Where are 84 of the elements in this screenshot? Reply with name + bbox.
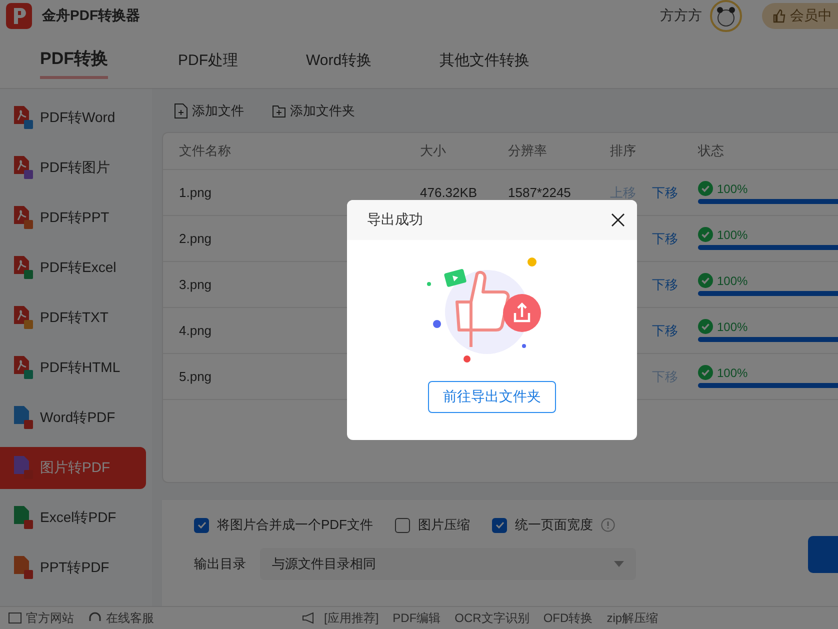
open-folder-button[interactable]: 前往导出文件夹 (428, 381, 556, 413)
dialog-title: 导出成功 (367, 211, 423, 229)
file-convert-icon (12, 256, 34, 280)
file-resolution: 1587*2245 (508, 185, 571, 200)
tool-link[interactable]: PDF编辑 (392, 610, 441, 626)
success-icon (698, 365, 713, 380)
file-name: 2.png (178, 231, 213, 246)
add-file-icon (174, 102, 188, 118)
column-header: 大小 (420, 142, 447, 160)
tool-link[interactable]: OFD转换 (543, 610, 593, 626)
success-icon (698, 319, 713, 334)
avatar-icon[interactable] (710, 0, 742, 32)
file-name: 3.png (178, 277, 213, 292)
sidebar-item[interactable]: PDF转Excel (0, 247, 146, 289)
app-title: 金舟PDF转换器 (42, 7, 140, 25)
info-icon[interactable] (601, 518, 615, 532)
file-convert-icon (12, 456, 34, 480)
file-convert-icon (12, 356, 34, 380)
option-label: 统一页面宽度 (515, 516, 593, 534)
success-icon (698, 181, 713, 196)
tool-link[interactable]: zip解压缩 (606, 610, 658, 626)
vip-center-button[interactable]: 会员中 (762, 3, 838, 29)
sidebar-item[interactable]: PDF转图片 (0, 147, 146, 189)
thumbs-up-icon (772, 9, 786, 23)
column-header: 状态 (698, 142, 725, 160)
checkmark-icon (196, 520, 206, 530)
move-down-link[interactable]: 下移 (652, 276, 678, 294)
category-tab[interactable]: PDF处理 (178, 44, 238, 76)
tool-link[interactable]: OCR文字识别 (454, 610, 530, 626)
file-name: 4.png (178, 323, 213, 338)
move-down-link[interactable]: 下移 (652, 184, 678, 202)
sidebar-item[interactable]: Word转PDF (0, 397, 146, 439)
file-convert-icon (12, 556, 34, 580)
file-name: 1.png (178, 185, 213, 200)
user-name: 方方方 (660, 7, 702, 25)
close-icon[interactable] (611, 213, 625, 227)
progress-percent: 100% (717, 228, 748, 242)
category-tab[interactable]: 其他文件转换 (440, 44, 530, 76)
file-convert-icon (12, 506, 34, 530)
category-tab[interactable]: PDF转换 (40, 41, 108, 79)
progress-percent: 100% (717, 274, 748, 288)
option-label: 图片压缩 (418, 516, 470, 534)
browser-icon (8, 612, 22, 624)
sidebar-item[interactable]: PDF转TXT (0, 297, 146, 339)
file-size: 476.32KB (420, 185, 478, 200)
add-button[interactable]: 添加文件 (174, 102, 244, 120)
checkmark-icon (494, 520, 504, 530)
file-convert-icon (12, 206, 34, 230)
checkbox[interactable] (492, 518, 507, 532)
sidebar-item[interactable]: PDF转PPT (0, 197, 146, 239)
sidebar-item[interactable]: PDF转Word (0, 97, 146, 139)
progress-percent: 100% (717, 182, 748, 196)
sidebar-item[interactable]: 图片转PDF (0, 447, 146, 489)
footer-link[interactable]: 官方网站 (8, 610, 74, 626)
add-folder-icon (272, 102, 286, 118)
file-convert-icon (12, 306, 34, 330)
success-icon (698, 273, 713, 288)
progress-percent: 100% (717, 366, 748, 380)
promo-label: [应用推荐] (324, 610, 379, 626)
headset-icon (88, 612, 102, 624)
output-dropdown[interactable]: 与源文件目录相同 (260, 548, 636, 580)
move-down-link[interactable]: 下移 (652, 230, 678, 248)
app-logo-icon (6, 3, 32, 29)
sidebar-item[interactable]: Excel转PDF (0, 497, 146, 539)
dropdown-caret-icon (614, 561, 624, 567)
category-tab[interactable]: Word转换 (306, 44, 372, 76)
success-icon (698, 227, 713, 242)
column-header: 文件名称 (178, 142, 232, 160)
move-down-link[interactable]: 下移 (652, 322, 678, 340)
option-label: 将图片合并成一个PDF文件 (217, 516, 373, 534)
sidebar-item[interactable]: PDF转HTML (0, 347, 146, 389)
column-header: 排序 (610, 142, 637, 160)
sidebar-item[interactable]: PPT转PDF (0, 547, 146, 589)
progress-percent: 100% (717, 320, 748, 334)
output-label: 输出目录 (194, 555, 246, 573)
file-convert-icon (12, 106, 34, 130)
file-convert-icon (12, 156, 34, 180)
footer-link[interactable]: 在线客服 (88, 610, 154, 626)
checkbox[interactable] (395, 518, 410, 532)
add-button[interactable]: 添加文件夹 (272, 102, 355, 120)
file-convert-icon (12, 406, 34, 430)
column-header: 分辨率 (508, 142, 548, 160)
checkbox[interactable] (194, 518, 209, 532)
file-name: 5.png (178, 369, 213, 384)
